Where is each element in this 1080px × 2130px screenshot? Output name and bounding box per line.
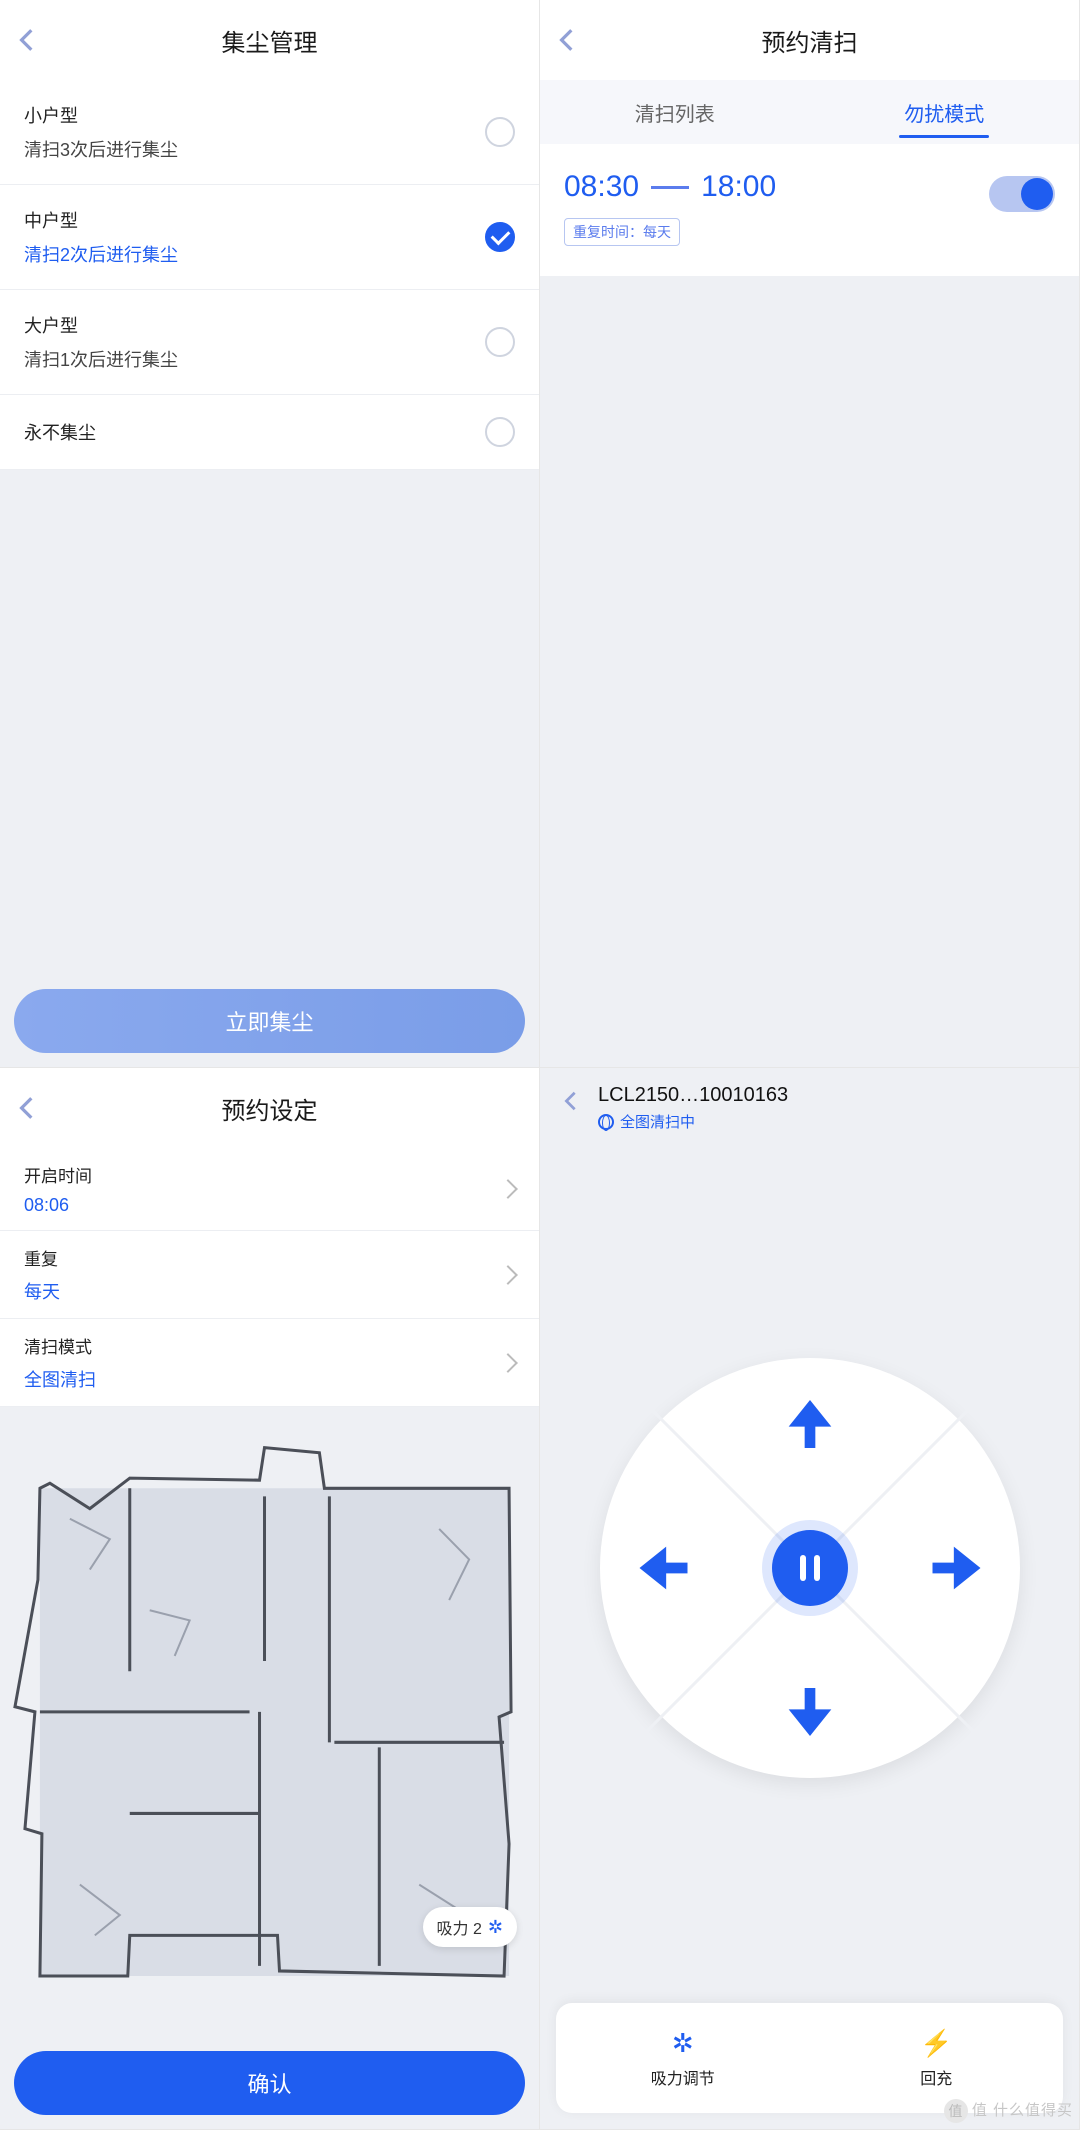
back-button[interactable] bbox=[14, 27, 40, 53]
dnd-start: 08:30 bbox=[564, 170, 639, 204]
chevron-right-icon bbox=[498, 1179, 518, 1199]
option-title: 大户型 bbox=[24, 312, 178, 338]
repeat-pill: 重复时间：每天 bbox=[564, 218, 680, 246]
floor-map[interactable]: 吸力 2 ✲ bbox=[0, 1407, 539, 2037]
fan-icon: ✲ bbox=[672, 2028, 694, 2059]
device-name: LCL2150…10010163 bbox=[598, 1084, 788, 1107]
suction-label: 吸力 2 bbox=[437, 1915, 482, 1939]
charge-icon: ⚡ bbox=[920, 2028, 952, 2059]
chevron-right-icon bbox=[498, 1265, 518, 1285]
row-label: 清扫模式 bbox=[24, 1333, 96, 1358]
row-label: 开启时间 bbox=[24, 1162, 92, 1187]
dust-option-medium[interactable]: 中户型 清扫2次后进行集尘 bbox=[0, 185, 539, 290]
pause-icon bbox=[800, 1555, 806, 1581]
tab-bar: 清扫列表 勿扰模式 bbox=[540, 80, 1079, 144]
header: 预约清扫 bbox=[540, 0, 1079, 80]
radio-checked[interactable] bbox=[485, 222, 515, 252]
bottom-bar: ✲ 吸力调节 ⚡ 回充 bbox=[556, 2003, 1063, 2113]
dust-option-large[interactable]: 大户型 清扫1次后进行集尘 bbox=[0, 290, 539, 395]
header: 集尘管理 bbox=[0, 0, 539, 80]
dust-option-never[interactable]: 永不集尘 bbox=[0, 395, 539, 470]
dust-option-small[interactable]: 小户型 清扫3次后进行集尘 bbox=[0, 80, 539, 185]
range-dash-icon bbox=[651, 186, 689, 189]
option-title: 永不集尘 bbox=[24, 419, 96, 445]
dnd-time-range[interactable]: 08:30 18:00 bbox=[564, 170, 776, 204]
option-title: 中户型 bbox=[24, 207, 178, 233]
radio-unchecked[interactable] bbox=[485, 327, 515, 357]
direction-pad bbox=[600, 1358, 1020, 1778]
device-status: 全图清扫中 bbox=[598, 1111, 788, 1132]
row-repeat[interactable]: 重复 每天 bbox=[0, 1231, 539, 1319]
header: LCL2150…10010163 全图清扫中 bbox=[540, 1068, 1079, 1148]
row-label: 重复 bbox=[24, 1245, 60, 1270]
tab-dnd-mode[interactable]: 勿扰模式 bbox=[810, 80, 1080, 144]
collect-now-button[interactable]: 立即集尘 bbox=[14, 989, 525, 1053]
option-sub: 清扫2次后进行集尘 bbox=[24, 241, 178, 267]
dnd-end: 18:00 bbox=[701, 170, 776, 204]
arrow-left-button[interactable] bbox=[631, 1536, 700, 1600]
row-value: 全图清扫 bbox=[24, 1366, 96, 1392]
dnd-toggle[interactable] bbox=[989, 176, 1055, 212]
suction-adjust-button[interactable]: ✲ 吸力调节 bbox=[556, 2003, 810, 2113]
confirm-button[interactable]: 确认 bbox=[14, 2051, 525, 2115]
radio-unchecked[interactable] bbox=[485, 417, 515, 447]
page-title: 预约清扫 bbox=[762, 23, 858, 58]
back-button[interactable] bbox=[560, 1090, 582, 1112]
option-title: 小户型 bbox=[24, 102, 178, 128]
option-sub: 清扫3次后进行集尘 bbox=[24, 136, 178, 162]
recharge-button[interactable]: ⚡ 回充 bbox=[810, 2003, 1064, 2113]
row-start-time[interactable]: 开启时间 08:06 bbox=[0, 1148, 539, 1231]
arrow-down-button[interactable] bbox=[778, 1675, 842, 1744]
row-value: 每天 bbox=[24, 1278, 60, 1304]
globe-icon bbox=[598, 1114, 614, 1130]
dnd-card: 08:30 18:00 重复时间：每天 bbox=[540, 144, 1079, 276]
chevron-right-icon bbox=[498, 1353, 518, 1373]
row-value: 08:06 bbox=[24, 1195, 92, 1216]
page-title: 预约设定 bbox=[222, 1091, 318, 1126]
page-title: 集尘管理 bbox=[222, 23, 318, 58]
tab-clean-list[interactable]: 清扫列表 bbox=[540, 80, 810, 144]
option-sub: 清扫1次后进行集尘 bbox=[24, 346, 178, 372]
row-clean-mode[interactable]: 清扫模式 全图清扫 bbox=[0, 1319, 539, 1407]
arrow-right-button[interactable] bbox=[919, 1536, 988, 1600]
pause-icon bbox=[814, 1555, 820, 1581]
back-button[interactable] bbox=[14, 1095, 40, 1121]
dust-options-list: 小户型 清扫3次后进行集尘 中户型 清扫2次后进行集尘 大户型 清扫1次后进行集… bbox=[0, 80, 539, 470]
suction-chip[interactable]: 吸力 2 ✲ bbox=[423, 1907, 517, 1947]
radio-unchecked[interactable] bbox=[485, 117, 515, 147]
back-button[interactable] bbox=[554, 27, 580, 53]
pause-button[interactable] bbox=[772, 1530, 848, 1606]
fan-icon: ✲ bbox=[488, 1917, 503, 1938]
arrow-up-button[interactable] bbox=[778, 1392, 842, 1461]
header: 预约设定 bbox=[0, 1068, 539, 1148]
